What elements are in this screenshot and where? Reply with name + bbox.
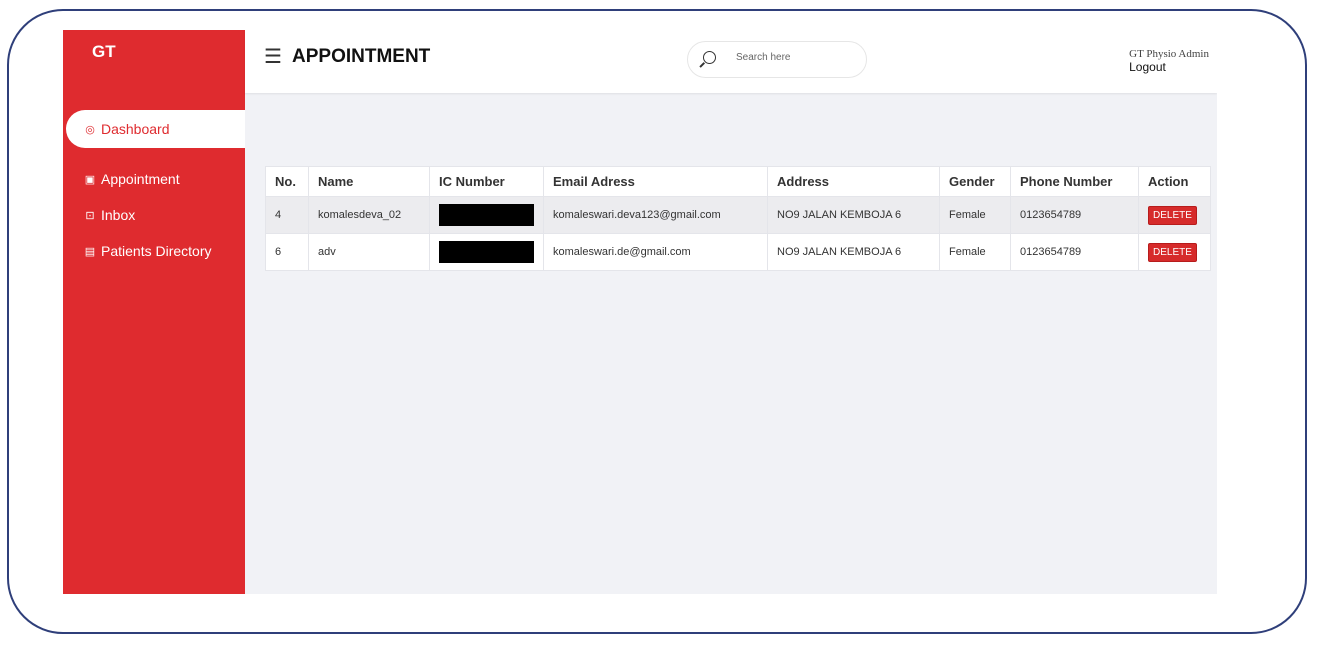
cell-action: DELETE	[1138, 233, 1211, 271]
table-row: 4 komalesdeva_02 komaleswari.deva123@gma…	[265, 196, 1211, 234]
column-header-address: Address	[767, 166, 940, 197]
sidebar-item-dashboard[interactable]: ◎ Dashboard	[66, 110, 245, 148]
chat-icon: ⊡	[85, 209, 95, 222]
table-header-row: No. Name IC Number Email Adress Address …	[265, 166, 1211, 197]
column-header-email: Email Adress	[543, 166, 768, 197]
cell-action: DELETE	[1138, 196, 1211, 234]
redacted-block	[439, 204, 534, 226]
user-area: GT Physio Admin Logout	[1129, 48, 1209, 74]
calendar-icon: ▣	[84, 173, 96, 186]
contact-book-icon: ▤	[84, 245, 96, 258]
sidebar-item-label: Dashboard	[101, 121, 170, 137]
search-box[interactable]	[687, 41, 867, 78]
sidebar: GT ◎ Dashboard ▣ Appointment ⊡ Inbox ▤ P…	[63, 30, 245, 594]
sidebar-item-patients-directory[interactable]: ▤ Patients Directory	[63, 232, 212, 270]
search-icon	[703, 51, 716, 64]
sidebar-item-label: Inbox	[101, 207, 136, 223]
column-header-no: No.	[265, 166, 309, 197]
cell-email: komaleswari.de@gmail.com	[543, 233, 768, 271]
hamburger-menu-icon[interactable]: ☰	[264, 47, 282, 67]
cell-address: NO9 JALAN KEMBOJA 6	[767, 196, 940, 234]
cell-name: adv	[308, 233, 430, 271]
cell-gender: Female	[939, 196, 1011, 234]
cell-ic-number	[429, 196, 544, 234]
column-header-action: Action	[1138, 166, 1211, 197]
cell-no: 6	[265, 233, 309, 271]
column-header-gender: Gender	[939, 166, 1011, 197]
cell-no: 4	[265, 196, 309, 234]
redacted-block	[439, 241, 534, 263]
page-title: APPOINTMENT	[292, 46, 431, 67]
sidebar-item-label: Patients Directory	[101, 243, 212, 259]
cell-email: komaleswari.deva123@gmail.com	[543, 196, 768, 234]
top-header: ☰ APPOINTMENT GT Physio Admin Logout	[245, 30, 1217, 93]
app-window: GT ◎ Dashboard ▣ Appointment ⊡ Inbox ▤ P…	[63, 30, 1217, 594]
sidebar-item-label: Appointment	[101, 171, 180, 187]
sidebar-item-inbox[interactable]: ⊡ Inbox	[63, 196, 135, 234]
cell-phone: 0123654789	[1010, 233, 1139, 271]
delete-button[interactable]: DELETE	[1148, 242, 1197, 262]
search-input[interactable]	[734, 51, 858, 64]
brand-logo: GT	[92, 42, 116, 61]
cell-ic-number	[429, 233, 544, 271]
column-header-ic-number: IC Number	[429, 166, 544, 197]
user-name: GT Physio Admin	[1129, 48, 1209, 60]
sidebar-item-appointment[interactable]: ▣ Appointment	[63, 160, 180, 198]
cell-phone: 0123654789	[1010, 196, 1139, 234]
column-header-phone: Phone Number	[1010, 166, 1139, 197]
appointments-table: No. Name IC Number Email Adress Address …	[265, 166, 1211, 271]
table-row: 6 adv komaleswari.de@gmail.com NO9 JALAN…	[265, 233, 1211, 271]
logout-link[interactable]: Logout	[1129, 60, 1209, 74]
cell-gender: Female	[939, 233, 1011, 271]
column-header-name: Name	[308, 166, 430, 197]
cell-address: NO9 JALAN KEMBOJA 6	[767, 233, 940, 271]
cell-name: komalesdeva_02	[308, 196, 430, 234]
delete-button[interactable]: DELETE	[1148, 205, 1197, 225]
dashboard-icon: ◎	[85, 123, 95, 136]
